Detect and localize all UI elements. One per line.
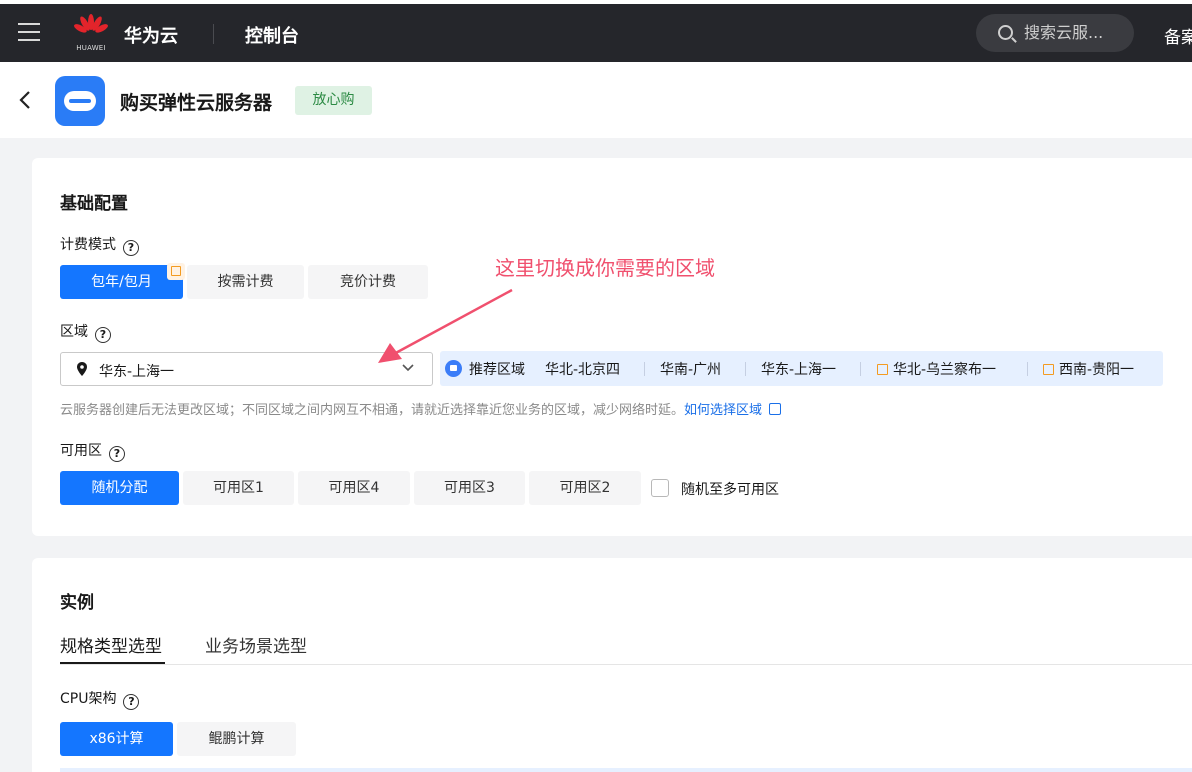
separator	[860, 362, 861, 376]
az-label-text: 可用区	[60, 443, 102, 459]
recommended-regions-bar: 推荐区域 华北-北京四 华南-广州 华东-上海一 华北-乌兰察布一 西南-贵阳一	[440, 351, 1163, 386]
billing-option-yearly[interactable]: 包年/包月	[60, 263, 185, 299]
multi-az-checkbox[interactable]	[651, 479, 669, 497]
brand-name[interactable]: 华为云	[124, 22, 178, 48]
ecs-product-icon	[55, 76, 105, 126]
bottom-strip	[60, 768, 1192, 772]
beian-link[interactable]: 备案	[1164, 23, 1192, 48]
region-ulanqab1-label: 华北-乌兰察布一	[893, 362, 997, 378]
recommended-region-shanghai1[interactable]: 华东-上海一	[761, 359, 836, 379]
az-option-2[interactable]: 可用区2	[529, 471, 641, 505]
billing-help-icon[interactable]: ?	[123, 240, 139, 256]
how-to-choose-region-link[interactable]: 如何选择区域	[684, 403, 762, 418]
search-placeholder: 搜索云服...	[1024, 23, 1104, 42]
assurance-badge: 放心购	[295, 86, 372, 115]
az-option-4[interactable]: 可用区4	[298, 471, 410, 505]
gift-icon	[877, 364, 888, 375]
logo-text: HUAWEI	[76, 44, 106, 52]
region-label: 区域?	[60, 321, 111, 343]
separator	[1027, 362, 1028, 376]
tabs-divider	[60, 664, 1192, 665]
top-nav: HUAWEI 华为云 控制台 搜索云服... 备案	[0, 0, 1192, 62]
region-hint-text: 云服务器创建后无法更改区域；不同区域之间内网互不相通，请就近选择靠近您业务的区域…	[60, 403, 685, 418]
recommended-region-beijing4[interactable]: 华北-北京四	[545, 359, 620, 379]
billing-option-ondemand[interactable]: 按需计费	[187, 265, 304, 299]
global-search-input[interactable]: 搜索云服...	[976, 14, 1134, 52]
az-help-icon[interactable]: ?	[109, 446, 125, 462]
basic-config-title: 基础配置	[60, 194, 128, 214]
billing-option-yearly-label: 包年/包月	[91, 274, 152, 290]
gift-icon	[1043, 364, 1054, 375]
region-label-text: 区域	[60, 324, 88, 340]
page-header: 购买弹性云服务器 放心购	[0, 62, 1192, 138]
recommended-region-guiyang1[interactable]: 西南-贵阳一	[1043, 359, 1134, 379]
console-link[interactable]: 控制台	[245, 22, 299, 48]
menu-icon[interactable]	[18, 23, 40, 41]
cpu-option-kunpeng[interactable]: 鲲鹏计算	[177, 722, 296, 756]
az-option-3[interactable]: 可用区3	[414, 471, 525, 505]
az-option-random[interactable]: 随机分配	[60, 471, 179, 505]
az-option-1[interactable]: 可用区1	[183, 471, 294, 505]
multi-az-checkbox-label[interactable]: 随机至多可用区	[681, 479, 779, 499]
billing-mode-label: 计费模式?	[60, 234, 139, 256]
cpu-arch-label-text: CPU架构	[60, 691, 117, 707]
search-icon	[998, 25, 1013, 40]
region-hint: 云服务器创建后无法更改区域；不同区域之间内网互不相通，请就近选择靠近您业务的区域…	[60, 399, 782, 418]
nav-divider	[213, 24, 214, 44]
region-help-icon[interactable]: ?	[95, 327, 111, 343]
recommended-region-ulanqab1[interactable]: 华北-乌兰察布一	[877, 359, 996, 379]
page-title: 购买弹性云服务器	[120, 92, 273, 114]
az-label: 可用区?	[60, 440, 125, 462]
separator	[745, 362, 746, 376]
external-link-icon[interactable]	[769, 403, 782, 415]
cpu-option-x86[interactable]: x86计算	[60, 722, 173, 756]
recommended-region-guangzhou[interactable]: 华南-广州	[660, 359, 721, 379]
cpu-help-icon[interactable]: ?	[123, 694, 140, 710]
instance-title: 实例	[60, 593, 94, 613]
region-select-value: 华东-上海一	[99, 364, 175, 380]
billing-mode-label-text: 计费模式	[60, 237, 116, 253]
cpu-arch-label: CPU架构?	[60, 688, 140, 710]
back-arrow-icon[interactable]	[16, 88, 36, 112]
region-guiyang1-label: 西南-贵阳一	[1059, 362, 1135, 378]
gift-icon	[167, 263, 185, 280]
huawei-logo-icon[interactable]: HUAWEI	[72, 14, 110, 54]
annotation-text: 这里切换成你需要的区域	[495, 256, 715, 280]
tab-business-scenario[interactable]: 业务场景选型	[205, 632, 307, 657]
tab-spec-type[interactable]: 规格类型选型	[60, 632, 162, 657]
location-pin-icon	[77, 362, 87, 376]
chevron-down-icon	[402, 364, 414, 372]
separator	[644, 362, 645, 376]
annotation-arrow-icon	[378, 288, 513, 363]
